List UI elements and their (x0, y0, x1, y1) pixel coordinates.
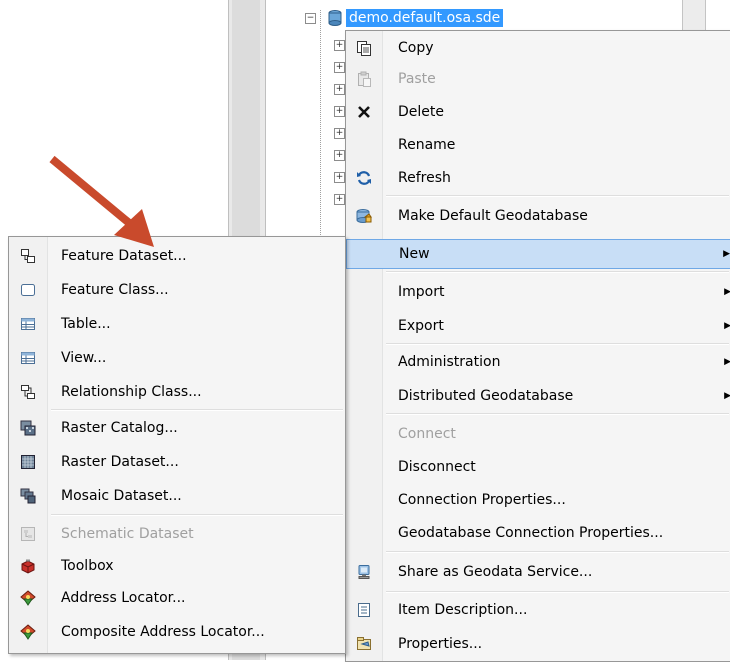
raster-catalog-icon (19, 419, 37, 437)
expand-toggle[interactable]: + (334, 40, 345, 51)
feature-dataset-icon (19, 247, 37, 265)
expand-toggle[interactable]: + (334, 172, 345, 183)
submenu-item-address-locator[interactable]: Address Locator... (9, 583, 345, 613)
menu-separator (51, 514, 343, 516)
table-icon (19, 315, 37, 333)
menu-item-share-as-geodata-service[interactable]: Share as Geodata Service... (346, 557, 730, 587)
menu-item-geodatabase-connection-properties[interactable]: Geodatabase Connection Properties... (346, 518, 730, 548)
submenu-arrow-icon: ▶ (724, 321, 730, 331)
expand-toggle[interactable]: + (334, 128, 345, 139)
menu-separator (386, 271, 729, 273)
schematic-dataset-icon (19, 525, 37, 543)
menu-separator (386, 591, 729, 593)
menu-item-refresh[interactable]: Refresh (346, 163, 730, 193)
tree-root-label[interactable]: demo.default.osa.sde (346, 9, 504, 27)
menu-item-paste[interactable]: Paste (346, 64, 730, 94)
expand-toggle[interactable]: + (334, 150, 345, 161)
tree-connector-line (320, 10, 321, 255)
menu-item-copy[interactable]: Copy (346, 33, 730, 63)
expand-toggle[interactable]: + (334, 194, 345, 205)
submenu-item-toolbox[interactable]: Toolbox (9, 551, 345, 581)
menu-item-connect[interactable]: Connect (346, 419, 730, 449)
menu-item-distributed-geodatabase[interactable]: Distributed Geodatabase ▶ (346, 381, 730, 411)
menu-item-administration[interactable]: Administration ▶ (346, 347, 730, 377)
submenu-item-table[interactable]: Table... (9, 309, 345, 339)
toolbox-icon (19, 557, 37, 575)
composite-address-locator-icon (19, 623, 37, 641)
menu-item-disconnect[interactable]: Disconnect (346, 452, 730, 482)
submenu-item-mosaic-dataset[interactable]: Mosaic Dataset... (9, 481, 345, 511)
expand-toggle[interactable]: + (334, 106, 345, 117)
menu-separator (386, 195, 729, 197)
expand-toggle[interactable]: + (334, 62, 345, 73)
menu-separator (386, 343, 729, 345)
menu-item-delete[interactable]: Delete (346, 97, 730, 127)
submenu-item-relationship-class[interactable]: Relationship Class... (9, 377, 345, 407)
annotation-arrow-icon (49, 155, 154, 247)
mosaic-dataset-icon (19, 487, 37, 505)
menu-item-item-description[interactable]: Item Description... (346, 595, 730, 625)
menu-item-rename[interactable]: Rename (346, 130, 730, 160)
context-menu: Copy Paste Delete Rename Refresh Make De… (345, 30, 730, 662)
submenu-arrow-icon: ▶ (724, 391, 730, 401)
menu-separator (51, 409, 343, 411)
submenu-item-schematic-dataset[interactable]: Schematic Dataset (9, 519, 345, 549)
new-submenu: Feature Dataset... Feature Class... Tabl… (8, 236, 346, 654)
paste-icon (354, 69, 374, 89)
menu-item-properties[interactable]: Properties... (346, 629, 730, 659)
menu-item-connection-properties[interactable]: Connection Properties... (346, 485, 730, 515)
delete-icon (354, 102, 374, 122)
submenu-arrow-icon: ▶ (723, 249, 730, 259)
submenu-item-feature-class[interactable]: Feature Class... (9, 275, 345, 305)
submenu-arrow-icon: ▶ (724, 357, 730, 367)
menu-separator (386, 551, 729, 553)
share-service-icon (354, 562, 374, 582)
vertical-scrollbar[interactable] (682, 0, 706, 30)
item-description-icon (354, 600, 374, 620)
view-icon (19, 349, 37, 367)
menu-item-new[interactable]: New ▶ (346, 239, 730, 269)
submenu-item-raster-dataset[interactable]: Raster Dataset... (9, 447, 345, 477)
submenu-arrow-icon: ▶ (724, 287, 730, 297)
raster-dataset-icon (19, 453, 37, 471)
default-geodatabase-icon (354, 206, 374, 226)
submenu-item-raster-catalog[interactable]: Raster Catalog... (9, 413, 345, 443)
database-connection-icon (328, 10, 342, 26)
expand-toggle[interactable]: + (334, 84, 345, 95)
address-locator-icon (19, 589, 37, 607)
menu-item-export[interactable]: Export ▶ (346, 311, 730, 341)
tree-root-node[interactable]: demo.default.osa.sde (328, 8, 504, 28)
properties-icon (354, 634, 374, 654)
menu-item-import[interactable]: Import ▶ (346, 277, 730, 307)
refresh-icon (354, 168, 374, 188)
menu-separator (386, 413, 729, 415)
menu-item-make-default-geodatabase[interactable]: Make Default Geodatabase (346, 201, 730, 231)
submenu-item-composite-address-locator[interactable]: Composite Address Locator... (9, 617, 345, 647)
relationship-class-icon (19, 383, 37, 401)
copy-icon (354, 38, 374, 58)
collapse-toggle[interactable]: − (305, 13, 316, 24)
feature-class-icon (19, 281, 37, 299)
submenu-item-view[interactable]: View... (9, 343, 345, 373)
